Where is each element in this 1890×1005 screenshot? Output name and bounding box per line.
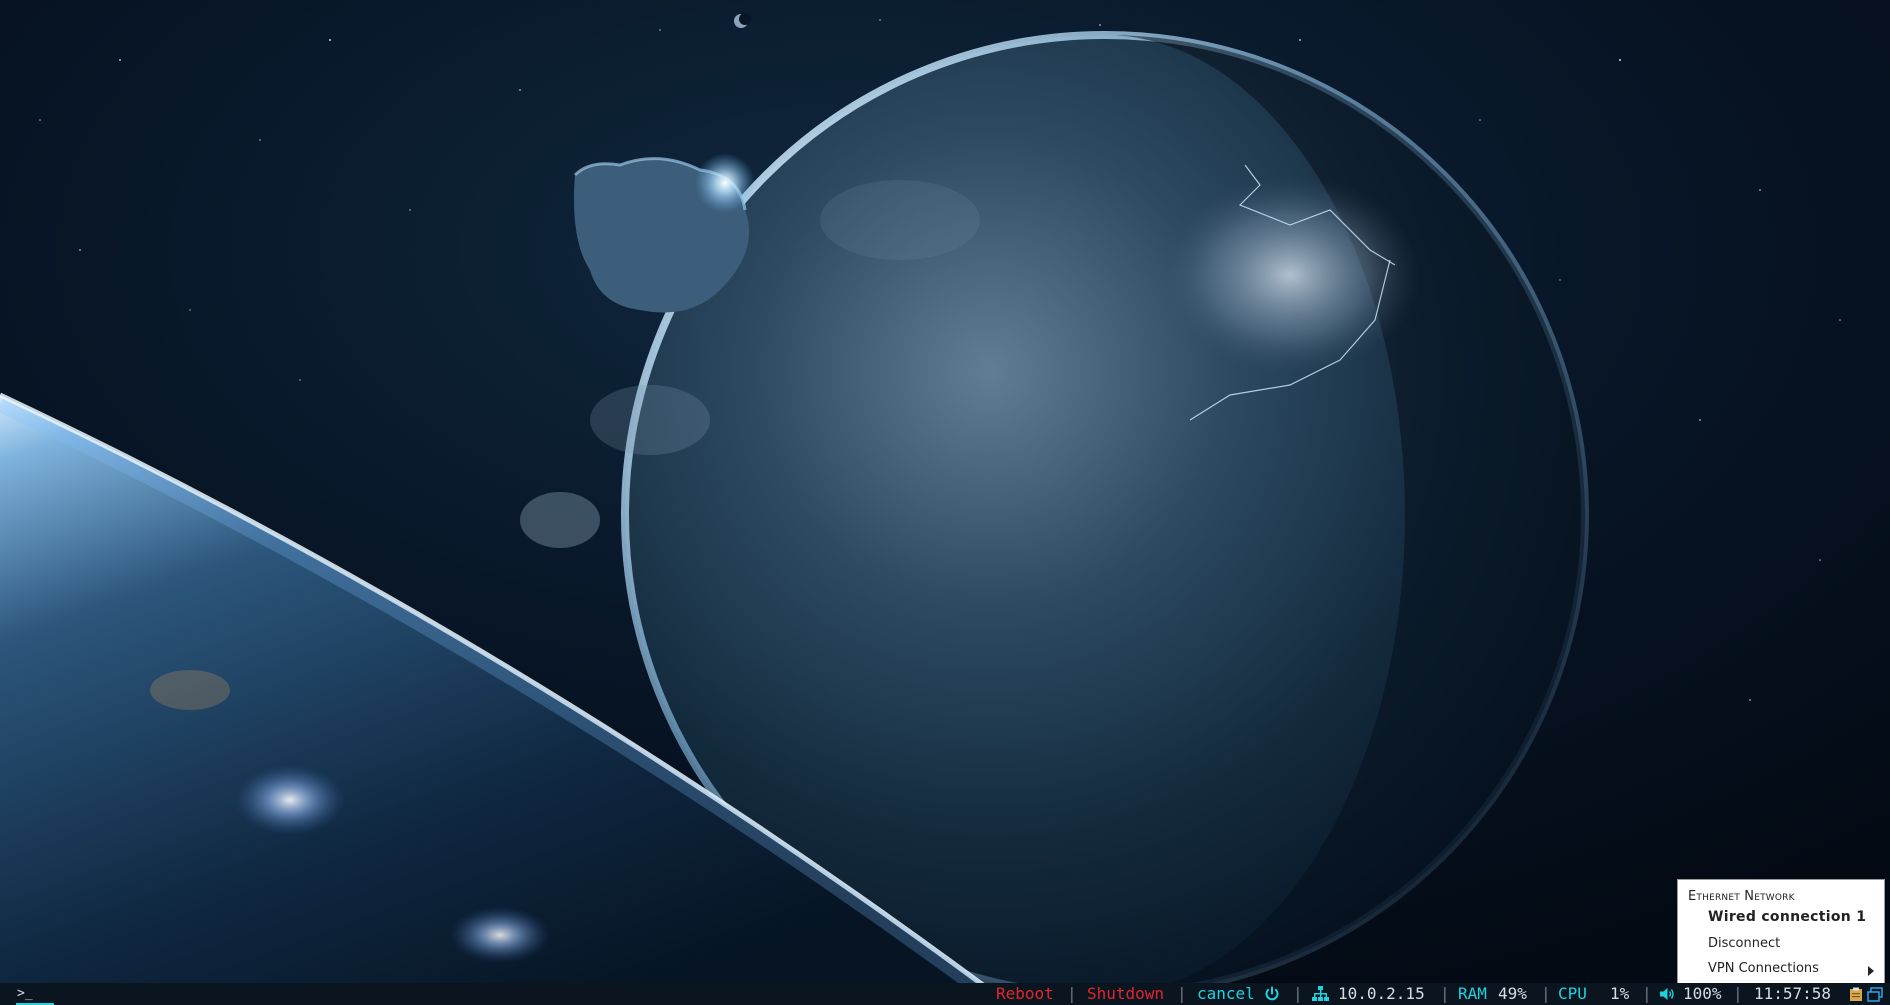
cancel-button[interactable]: cancel <box>1197 984 1255 1004</box>
submenu-arrow-icon <box>1868 966 1874 976</box>
status-bar: >_ Reboot | Shutdown | cancel | 10.0.2.1… <box>0 983 1890 1005</box>
network-tree-icon[interactable] <box>1312 986 1329 1002</box>
cpu-value: 1% <box>1610 984 1630 1003</box>
volume-value: 100% <box>1683 984 1722 1003</box>
window-icon[interactable] <box>1867 987 1883 1002</box>
cpu-label: CPU <box>1558 984 1587 1003</box>
ram-label: RAM <box>1458 984 1487 1003</box>
separator: | <box>1440 984 1450 1003</box>
terminal-prompt-icon[interactable]: >_ <box>17 984 33 1004</box>
menu-item-vpn-connections[interactable]: VPN Connections <box>1708 961 1819 976</box>
network-menu-header: Ethernet Network <box>1688 889 1795 904</box>
menu-item-wired-connection[interactable]: Wired connection 1 <box>1708 909 1866 925</box>
desktop-wallpaper <box>0 0 1890 1005</box>
ram-value: 49% <box>1498 984 1527 1003</box>
shutdown-button[interactable]: Shutdown <box>1087 984 1164 1004</box>
reboot-button[interactable]: Reboot <box>996 984 1054 1004</box>
separator: | <box>1177 984 1187 1003</box>
separator: | <box>1067 984 1077 1003</box>
speaker-icon[interactable] <box>1659 986 1675 1002</box>
power-icon[interactable] <box>1264 986 1280 1002</box>
separator: | <box>1733 984 1743 1003</box>
menu-item-disconnect[interactable]: Disconnect <box>1708 936 1780 951</box>
ip-address: 10.0.2.15 <box>1338 984 1425 1003</box>
separator: | <box>1541 984 1551 1003</box>
clipboard-icon[interactable] <box>1849 987 1863 1002</box>
separator: | <box>1293 984 1303 1003</box>
separator: | <box>1642 984 1652 1003</box>
network-menu: Ethernet Network Wired connection 1 Disc… <box>1677 879 1885 989</box>
clock: 11:57:58 <box>1754 984 1832 1003</box>
